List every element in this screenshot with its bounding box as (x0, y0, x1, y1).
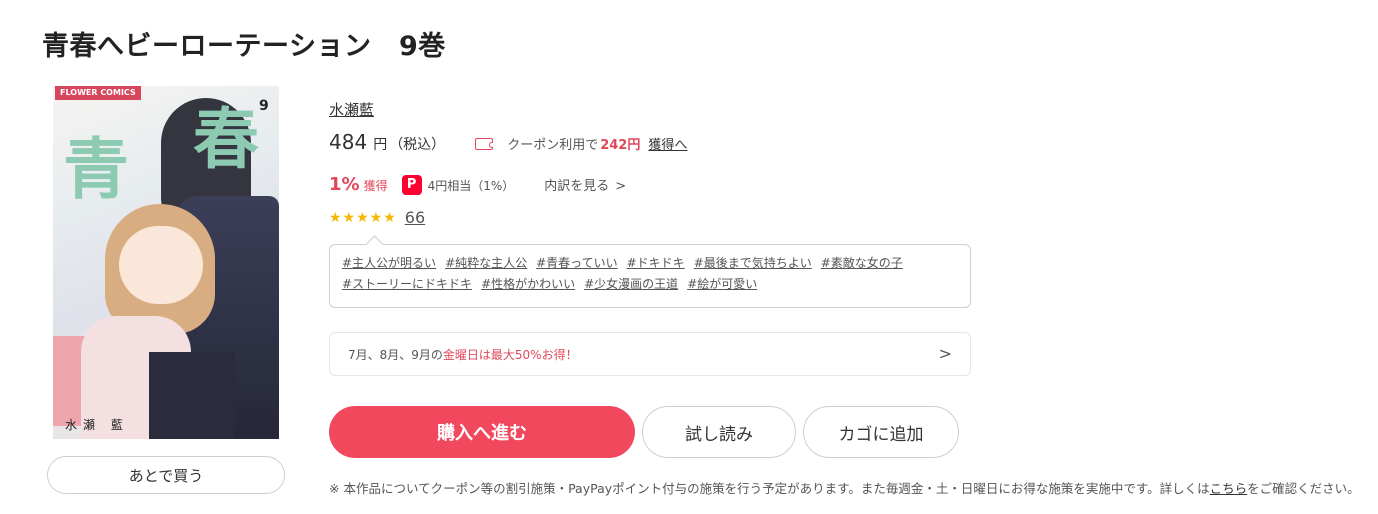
promo-text-discount: 金曜日は最大50%お得！ (442, 347, 578, 362)
tag-link[interactable]: #最後まで気持ちよい (694, 255, 812, 272)
chevron-right-icon[interactable]: > (615, 179, 626, 194)
tag-link[interactable]: #絵が可愛い (687, 276, 757, 293)
coupon-text: クーポン利用で (507, 138, 599, 153)
tag-link[interactable]: #ドキドキ (627, 255, 685, 272)
notice-suffix: をご確認ください。 (1247, 481, 1360, 496)
notice-body: ※ 本作品についてクーポン等の割引施策・PayPayポイント付与の施策を行う予定… (329, 481, 1210, 496)
points-percent: 1% (329, 174, 360, 195)
book-cover-image[interactable]: FLOWER COMICS 青 春 9 水瀬 藍 (53, 86, 279, 439)
coupon-get-link[interactable]: 獲得へ (648, 134, 687, 153)
price-tax-note: （税込） (389, 137, 446, 153)
notice-details-link[interactable]: こちら (1210, 481, 1248, 496)
author-link[interactable]: 水瀬藍 (329, 99, 374, 120)
cover-title-kanji-1: 青 (63, 130, 129, 208)
tag-link[interactable]: #素敵な女の子 (821, 255, 903, 272)
add-to-cart-button[interactable]: カゴに追加 (803, 406, 959, 458)
paypay-icon: P (401, 174, 422, 195)
promo-banner[interactable]: 7月、8月、9月の 金曜日は最大50%お得！ > (329, 332, 971, 376)
chevron-right-icon: > (938, 344, 952, 363)
page-title: 青春へビーローテーション 9巻 (42, 31, 446, 62)
rating-row: ★★★★★ 66 (329, 208, 425, 227)
cover-skirt (149, 352, 235, 439)
coupon-amount: 242円 (600, 138, 641, 153)
tag-link[interactable]: #青春っていい (536, 255, 617, 272)
cover-volume-number: 9 (259, 98, 269, 114)
review-count-link[interactable]: 66 (405, 208, 425, 227)
points-detail-link[interactable]: 内訳を見る (544, 175, 609, 194)
tag-link[interactable]: #純粋な主人公 (445, 255, 527, 272)
coupon-icon (475, 138, 494, 150)
trial-read-button[interactable]: 試し読み (642, 406, 796, 458)
tag-link[interactable]: #主人公が明るい (342, 255, 436, 272)
tag-link[interactable]: #ストーリーにドキドキ (342, 276, 472, 293)
points-label: 獲得 (363, 179, 388, 193)
points-row: 1% 獲得 P 4円相当（1%） 内訳を見る > (329, 174, 626, 195)
price-amount: 484 (329, 130, 368, 154)
star-rating-icon: ★★★★★ (329, 209, 397, 226)
tag-link[interactable]: #少女漫画の王道 (584, 276, 678, 293)
points-equivalent: 4円相当（1%） (427, 179, 515, 193)
notice-text: ※ 本作品についてクーポン等の割引施策・PayPayポイント付与の施策を行う予定… (329, 480, 1374, 497)
purchase-button[interactable]: 購入へ進む (329, 406, 635, 458)
cover-author-name: 水瀬 藍 (65, 418, 129, 432)
buy-later-button[interactable]: あとで買う (47, 456, 285, 494)
tags-box: #主人公が明るい #純粋な主人公 #青春っていい #ドキドキ #最後まで気持ちよい #素敵… (329, 244, 971, 308)
cover-title-kanji-2: 春 (193, 100, 259, 178)
cover-label-badge: FLOWER COMICS (55, 86, 141, 100)
price-row: 484 円 （税込） クーポン利用で 242円 獲得へ (329, 130, 687, 154)
tag-link[interactable]: #性格がかわいい (481, 276, 575, 293)
price-unit: 円 (373, 137, 388, 153)
promo-text-months: 7月、8月、9月の (348, 347, 443, 362)
cover-girl-face (119, 226, 203, 304)
tag-list: #主人公が明るい #純粋な主人公 #青春っていい #ドキドキ #最後まで気持ちよい #素敵… (342, 255, 958, 293)
